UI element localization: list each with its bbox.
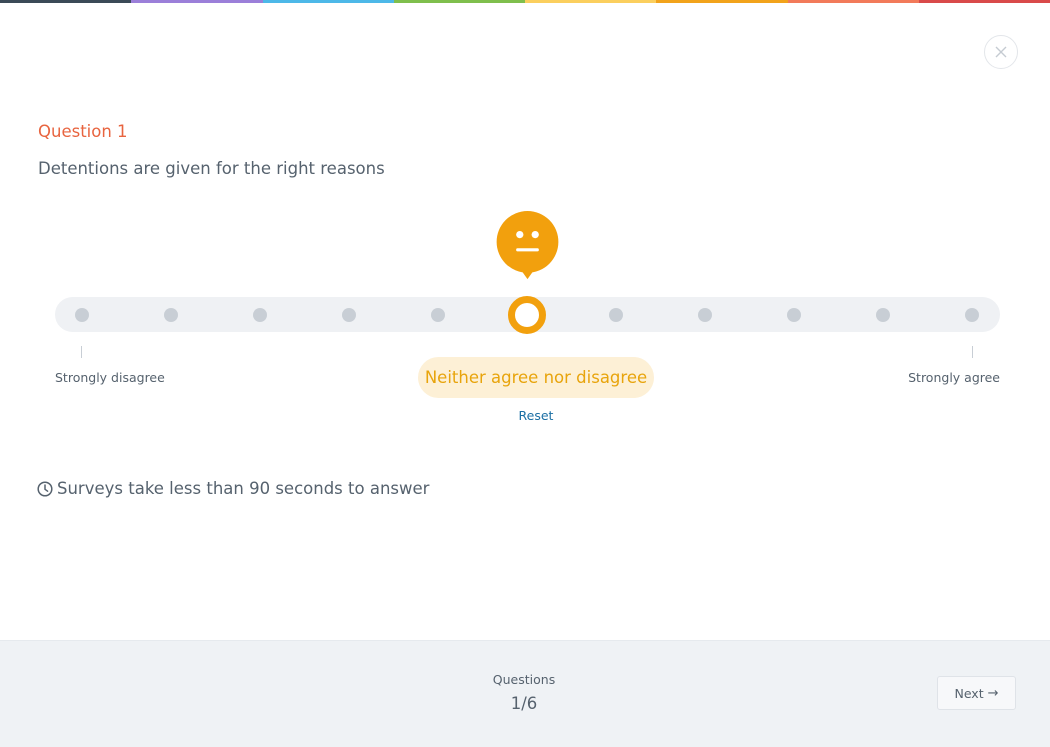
scale-point[interactable] — [431, 308, 445, 322]
scale-point[interactable] — [164, 308, 178, 322]
selected-answer-badge: Neither agree nor disagree — [418, 357, 654, 398]
max-label: Strongly agree — [908, 370, 1000, 385]
color-segment — [393, 0, 525, 3]
info-note: Surveys take less than 90 seconds to ans… — [37, 479, 429, 498]
scale-point[interactable] — [342, 308, 356, 322]
arrow-right-icon: → — [987, 685, 999, 701]
color-segment — [131, 0, 263, 3]
progress-value: 1/6 — [510, 694, 538, 713]
color-segment — [787, 0, 919, 3]
scale-point[interactable] — [787, 308, 801, 322]
scale-point[interactable] — [698, 308, 712, 322]
scale-point-selected[interactable] — [508, 296, 546, 334]
neutral-face-icon — [496, 211, 559, 280]
scale-point[interactable] — [75, 308, 89, 322]
color-segment — [918, 0, 1050, 3]
top-color-bar — [0, 0, 1050, 3]
color-segment — [656, 0, 788, 3]
info-text: Surveys take less than 90 seconds to ans… — [57, 479, 430, 498]
next-label: Next — [954, 685, 984, 701]
question-number: Question 1 — [38, 122, 128, 141]
scale-point[interactable] — [876, 308, 890, 322]
max-tick — [972, 346, 973, 358]
scale-point[interactable] — [965, 308, 979, 322]
close-icon — [995, 46, 1007, 58]
color-segment — [0, 0, 132, 3]
clock-icon — [37, 480, 53, 497]
min-tick — [81, 346, 82, 358]
close-button[interactable] — [984, 35, 1018, 69]
question-text: Detentions are given for the right reaso… — [38, 159, 385, 178]
scale-point[interactable] — [609, 308, 623, 322]
color-segment — [525, 0, 657, 3]
next-button[interactable]: Next → — [937, 676, 1016, 710]
progress-label: Questions — [492, 672, 556, 687]
min-label: Strongly disagree — [55, 370, 165, 385]
reset-link[interactable]: Reset — [500, 408, 572, 423]
scale-point[interactable] — [253, 308, 267, 322]
color-segment — [262, 0, 394, 3]
